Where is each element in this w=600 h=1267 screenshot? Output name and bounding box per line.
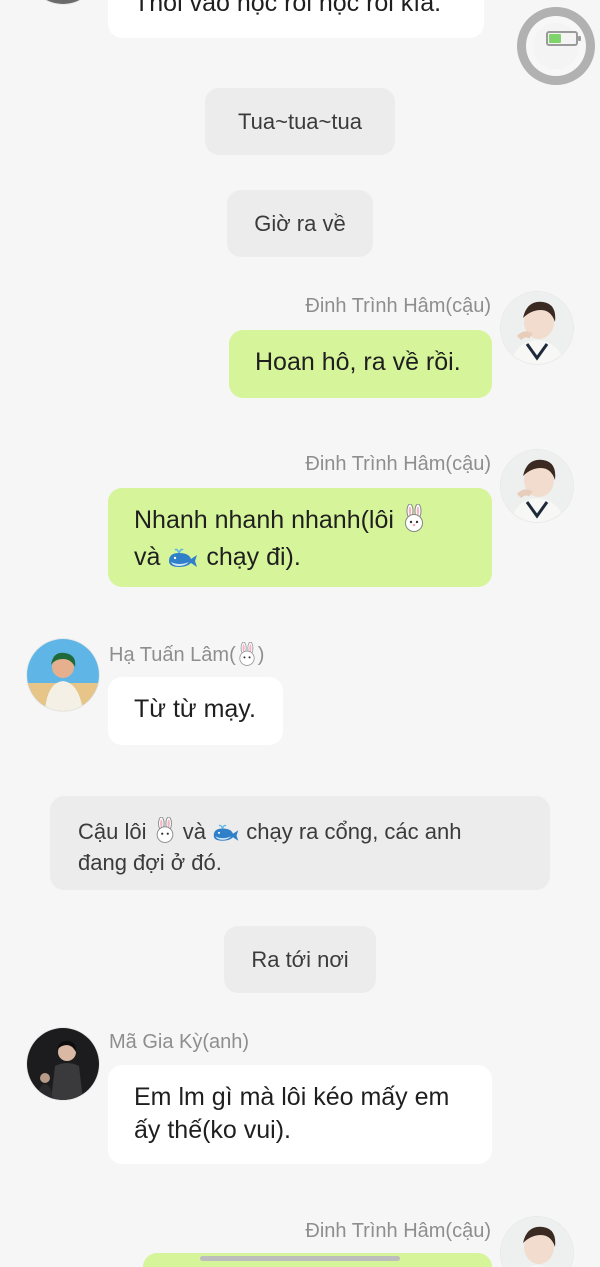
- message-bubble-top[interactable]: Thôi vào học rồi học rồi kìa.: [108, 0, 484, 38]
- system-message-text: Tua~tua~tua: [238, 109, 362, 134]
- sender-text: Hạ Tuấn Lâm(: [109, 644, 236, 666]
- whale-icon: [167, 545, 199, 578]
- avatar-dinh-trinh-ham[interactable]: [501, 1217, 573, 1267]
- floating-button-core: [533, 23, 579, 69]
- system-message-text: Ra tới nơi: [251, 947, 349, 972]
- chat-screen: Thôi vào học rồi học rồi kìa. Tua~tua~tu…: [0, 0, 600, 1267]
- sender-text: ): [257, 644, 265, 666]
- sender-name-dinh-trinh-ham: Đinh Trình Hâm(cậu): [305, 295, 491, 317]
- message-text: Hoan hô, ra về rồi.: [255, 348, 461, 376]
- rabbit-icon: [401, 503, 427, 541]
- system-message-text: và: [182, 819, 206, 844]
- avatar-dinh-trinh-ham[interactable]: [501, 450, 573, 522]
- message-bubble-dinh-1[interactable]: Hoan hô, ra về rồi.: [229, 330, 492, 398]
- system-message-ra-toi-noi: Ra tới nơi: [224, 926, 376, 993]
- message-text: và: [134, 543, 161, 571]
- system-message-text: Cậu lôi: [78, 819, 147, 844]
- home-indicator[interactable]: [200, 1256, 400, 1261]
- floating-assistive-button[interactable]: [517, 7, 595, 85]
- message-line-1: Nhanh nhanh nhanh(lôi: [134, 503, 466, 541]
- rabbit-icon: [236, 641, 258, 672]
- message-text: Em lm gì mà lôi kéo mấy em ấy thế(ko vui…: [134, 1083, 450, 1144]
- system-line-1: Cậu lôi và chạy ra cổng, các anh: [78, 816, 522, 849]
- message-bubble-dinh-2[interactable]: Nhanh nhanh nhanh(lôi và chạy đi).: [108, 488, 492, 587]
- sender-name-ma-gia-ky: Mã Gia Kỳ(anh): [109, 1031, 250, 1053]
- whale-icon: [212, 821, 240, 849]
- system-message-gio-ra-ve: Giờ ra về: [227, 190, 373, 257]
- system-message-text: Giờ ra về: [254, 211, 346, 236]
- sender-name-dinh-trinh-ham: Đinh Trình Hâm(cậu): [305, 453, 491, 475]
- avatar-ma-gia-ky[interactable]: [27, 1028, 99, 1100]
- message-bubble-ma-gia-ky[interactable]: Em lm gì mà lôi kéo mấy em ấy thế(ko vui…: [108, 1065, 492, 1164]
- rabbit-icon: [153, 816, 177, 849]
- system-message-text: chạy ra cổng, các anh: [246, 819, 462, 844]
- message-line-2: và chạy đi).: [134, 541, 466, 578]
- message-bubble-ha-tuan-lam[interactable]: Từ từ mạy.: [108, 677, 283, 745]
- system-message-ra-cong: Cậu lôi và chạy ra cổng, các anh đang đợ…: [50, 796, 550, 890]
- message-text: chạy đi).: [206, 543, 301, 571]
- battery-icon: [546, 31, 581, 46]
- avatar-partial-top[interactable]: [27, 0, 99, 4]
- sender-name-dinh-trinh-ham: Đinh Trình Hâm(cậu): [305, 1220, 491, 1242]
- message-text: Từ từ mạy.: [134, 695, 256, 723]
- system-line-2: đang đợi ở đó.: [78, 850, 222, 875]
- avatar-dinh-trinh-ham[interactable]: [501, 292, 573, 364]
- message-text: Thôi vào học rồi học rồi kìa.: [134, 0, 442, 17]
- sender-name-ha-tuan-lam: Hạ Tuấn Lâm( ): [109, 641, 265, 672]
- message-text: Nhanh nhanh nhanh(lôi: [134, 506, 394, 534]
- avatar-ha-tuan-lam[interactable]: [27, 639, 99, 711]
- system-message-tua: Tua~tua~tua: [205, 88, 395, 155]
